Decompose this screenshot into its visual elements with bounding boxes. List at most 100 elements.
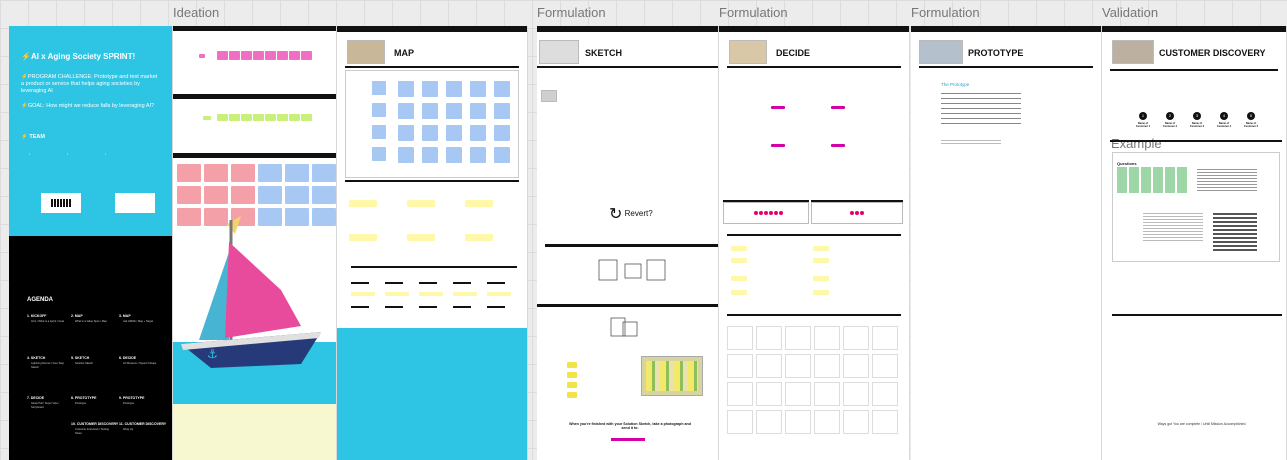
green-sticky[interactable] [203, 116, 211, 120]
customer-card[interactable]: 2 Name of Customer 2 [1159, 112, 1181, 128]
yellow-sticky[interactable] [567, 362, 577, 368]
storyboard-cell[interactable] [785, 326, 811, 350]
yellow-sticky[interactable] [453, 292, 477, 296]
map-sticky[interactable] [446, 125, 462, 141]
red-sticky[interactable] [177, 164, 201, 182]
map-board[interactable] [345, 70, 519, 178]
blue-sticky[interactable] [258, 164, 282, 182]
pink-sticky[interactable] [241, 51, 252, 60]
storyboard-cell[interactable] [756, 354, 782, 378]
frame-label-formulation-2[interactable]: Formulation [719, 5, 788, 20]
storyboard-cell[interactable] [756, 326, 782, 350]
green-sticky[interactable] [301, 114, 312, 121]
map-sticky[interactable] [398, 125, 414, 141]
map-sticky[interactable] [446, 81, 462, 97]
storyboard-cell[interactable] [756, 410, 782, 434]
yellow-sticky[interactable] [567, 392, 577, 398]
storyboard-cell[interactable] [843, 354, 869, 378]
yellow-sticky[interactable] [407, 200, 435, 207]
map-sticky[interactable] [372, 81, 386, 95]
storyboard-cell[interactable] [872, 326, 898, 350]
yellow-sticky[interactable] [813, 290, 829, 295]
yellow-sticky[interactable] [407, 234, 435, 241]
yellow-sticky[interactable] [385, 292, 409, 296]
map-sticky[interactable] [470, 103, 486, 119]
pink-sticky[interactable] [265, 51, 276, 60]
green-sticky[interactable] [241, 114, 252, 121]
yellow-sticky[interactable] [419, 292, 443, 296]
map-sticky[interactable] [494, 81, 510, 97]
customer-card[interactable]: 1 Name of Customer 1 [1132, 112, 1154, 128]
storyboard-cell[interactable] [756, 382, 782, 406]
blue-sticky[interactable] [285, 164, 309, 182]
yellow-sticky[interactable] [813, 246, 829, 251]
map-sticky[interactable] [494, 147, 510, 163]
frame-sketch[interactable]: SKETCH ↻ Revert? When you're finished wi… [537, 26, 719, 460]
red-sticky[interactable] [231, 186, 255, 204]
map-sticky[interactable] [398, 147, 414, 163]
red-sticky[interactable] [231, 164, 255, 182]
storyboard-cell[interactable] [814, 354, 840, 378]
map-sticky[interactable] [372, 147, 386, 161]
qr-card-1[interactable] [41, 193, 81, 213]
storyboard-cell[interactable] [785, 382, 811, 406]
whiteboard-canvas[interactable]: Ideation Formulation Formulation Formula… [0, 0, 1287, 460]
frame-prototype[interactable]: PROTOTYPE The Prototype [911, 26, 1102, 460]
map-sticky[interactable] [398, 103, 414, 119]
storyboard-cell[interactable] [785, 354, 811, 378]
blue-sticky[interactable] [312, 164, 336, 182]
pink-sticky[interactable] [229, 51, 240, 60]
yellow-sticky[interactable] [465, 234, 493, 241]
green-sticky[interactable] [229, 114, 240, 121]
pink-sticky[interactable] [277, 51, 288, 60]
green-sticky[interactable] [277, 114, 288, 121]
map-sticky[interactable] [372, 125, 386, 139]
vote-card-2[interactable] [811, 202, 903, 224]
green-sticky[interactable] [289, 114, 300, 121]
frame-label-validation[interactable]: Validation [1102, 5, 1158, 20]
revert-control[interactable]: ↻ Revert? [609, 204, 653, 224]
vote-card-1[interactable] [723, 202, 809, 224]
frame-decide[interactable]: DECIDE [719, 26, 910, 460]
storyboard-cell[interactable] [843, 326, 869, 350]
yellow-sticky[interactable] [567, 372, 577, 378]
map-sticky[interactable] [446, 147, 462, 163]
map-sticky[interactable] [470, 147, 486, 163]
map-sticky[interactable] [446, 103, 462, 119]
map-sticky[interactable] [422, 81, 438, 97]
pink-sticky[interactable] [253, 51, 264, 60]
storyboard-cell[interactable] [872, 410, 898, 434]
yellow-sticky[interactable] [349, 234, 377, 241]
frame-map[interactable]: MAP [337, 26, 528, 460]
frame-label-formulation-1[interactable]: Formulation [537, 5, 606, 20]
storyboard-cell[interactable] [727, 326, 753, 350]
yellow-sticky[interactable] [731, 276, 747, 281]
storyboard-cell[interactable] [843, 382, 869, 406]
storyboard-cell[interactable] [814, 382, 840, 406]
yellow-sticky[interactable] [731, 258, 747, 263]
customer-card[interactable]: 4 Name of Customer 4 [1213, 112, 1235, 128]
map-sticky[interactable] [422, 125, 438, 141]
storyboard-cell[interactable] [814, 326, 840, 350]
red-sticky[interactable] [177, 186, 201, 204]
yellow-sticky[interactable] [487, 292, 511, 296]
map-sticky[interactable] [494, 125, 510, 141]
cd-spreadsheet[interactable]: Questions [1112, 152, 1280, 262]
green-sticky[interactable] [253, 114, 264, 121]
storyboard-cell[interactable] [872, 382, 898, 406]
map-sticky[interactable] [372, 103, 386, 117]
green-sticky[interactable] [217, 114, 228, 121]
customer-card[interactable]: 5 Name of Customer 5 [1240, 112, 1262, 128]
yellow-sticky[interactable] [731, 246, 747, 251]
info-card[interactable] [115, 193, 155, 213]
blue-sticky[interactable] [258, 186, 282, 204]
yellow-sticky[interactable] [731, 290, 747, 295]
frame-customer-discovery[interactable]: CUSTOMER DISCOVERY 1 Name of Customer 1 2 N… [1102, 26, 1287, 460]
pink-sticky[interactable] [217, 51, 228, 60]
pink-sticky[interactable] [199, 54, 205, 58]
customer-card[interactable]: 3 Name of Customer 3 [1186, 112, 1208, 128]
yellow-sticky[interactable] [465, 200, 493, 207]
sketch-email-link[interactable] [611, 438, 645, 441]
yellow-sticky[interactable] [349, 200, 377, 207]
storyboard-cell[interactable] [727, 382, 753, 406]
